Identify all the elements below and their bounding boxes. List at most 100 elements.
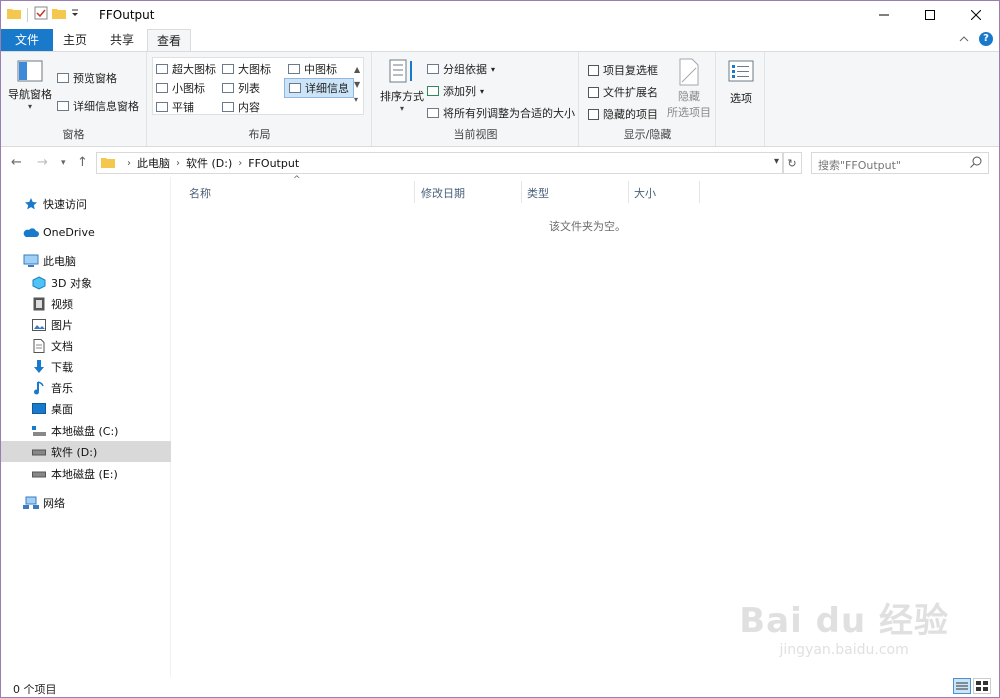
refresh-button[interactable]: ↻: [782, 152, 802, 174]
column-divider[interactable]: [628, 181, 629, 203]
tab-home[interactable]: 主页: [55, 29, 95, 51]
details-view-icon: [956, 682, 968, 690]
layout-item-label: 内容: [238, 101, 260, 114]
address-dropdown-icon[interactable]: ▾: [774, 156, 779, 167]
add-columns-icon: [427, 86, 439, 96]
address-bar[interactable]: › 此电脑 › 软件 (D:) › FFOutput ▾: [96, 152, 784, 174]
column-header-type[interactable]: 类型: [527, 183, 549, 203]
tab-file[interactable]: 文件: [1, 29, 53, 51]
nav-label: 音乐: [51, 381, 73, 395]
layout-small-icons[interactable]: 小图标: [156, 80, 205, 96]
watermark-url: jingyan.baidu.com: [779, 642, 909, 658]
ribbon-right-controls: ?: [959, 32, 993, 46]
details-view-button[interactable]: [953, 678, 971, 694]
item-checkboxes-toggle[interactable]: 项目复选框: [588, 62, 658, 78]
new-folder-icon[interactable]: [52, 7, 66, 22]
column-header-name[interactable]: 名称: [189, 183, 211, 203]
hidden-items-label: 隐藏的项目: [603, 108, 658, 121]
recent-locations-icon[interactable]: ▾: [61, 158, 66, 168]
nav-drive-c[interactable]: 本地磁盘 (C:): [1, 420, 171, 441]
sort-by-button[interactable]: 排序方式 ▾: [377, 58, 427, 113]
column-header-size[interactable]: 大小: [634, 183, 656, 203]
nav-pane-button[interactable]: 导航窗格 ▾: [7, 60, 53, 111]
breadcrumb-chevron-icon[interactable]: ›: [127, 158, 131, 169]
large-icons-view-icon: [976, 681, 988, 691]
nav-pictures[interactable]: 图片: [1, 314, 171, 335]
ribbon-group-show-hide: 项目复选框 文件扩展名 隐藏的项目 隐藏 所选项目 显示/隐藏: [580, 52, 716, 146]
search-icon[interactable]: [970, 156, 982, 171]
breadcrumb-ffoutput[interactable]: FFOutput: [248, 157, 299, 170]
layout-extra-large-icons[interactable]: 超大图标: [156, 61, 216, 77]
breadcrumb-chevron-icon[interactable]: ›: [176, 158, 180, 169]
search-placeholder: 搜索"FFOutput": [818, 159, 901, 172]
up-arrow-icon[interactable]: ↑: [77, 155, 88, 170]
nav-music[interactable]: 音乐: [1, 377, 171, 398]
minimize-button[interactable]: [861, 1, 907, 29]
nav-desktop[interactable]: 桌面: [1, 398, 171, 419]
close-button[interactable]: [953, 1, 999, 29]
nav-documents[interactable]: 文档: [1, 335, 171, 356]
extra-large-icons-icon: [156, 64, 168, 74]
collapse-ribbon-icon[interactable]: [959, 33, 969, 46]
options-label: 选项: [730, 92, 752, 105]
hide-selected-button[interactable]: 隐藏 所选项目: [664, 58, 714, 120]
nav-3d-objects[interactable]: 3D 对象: [1, 272, 171, 293]
nav-network[interactable]: 网络: [1, 492, 171, 513]
breadcrumb-chevron-icon[interactable]: ›: [238, 158, 242, 169]
tab-view[interactable]: 查看: [147, 29, 191, 52]
nav-drive-e[interactable]: 本地磁盘 (E:): [1, 463, 171, 484]
medium-icons-icon: [288, 64, 300, 74]
nav-onedrive[interactable]: OneDrive: [1, 222, 171, 243]
sort-by-label: 排序方式: [380, 90, 424, 103]
layout-medium-icons[interactable]: 中图标: [288, 61, 337, 77]
tab-share[interactable]: 共享: [101, 29, 143, 51]
picture-icon: [31, 318, 47, 332]
star-icon: [23, 197, 39, 211]
folder-icon: [7, 7, 21, 22]
help-icon[interactable]: ?: [979, 32, 993, 46]
customize-toolbar-icon[interactable]: [70, 7, 80, 22]
large-icons-icon: [222, 64, 234, 74]
breadcrumb-drive-d[interactable]: 软件 (D:): [186, 155, 232, 171]
add-columns-button[interactable]: 添加列 ▾: [427, 83, 484, 99]
layout-item-label: 大图标: [238, 63, 271, 76]
layout-large-icons[interactable]: 大图标: [222, 61, 271, 77]
back-arrow-icon[interactable]: ←: [11, 155, 22, 170]
column-divider[interactable]: [521, 181, 522, 203]
nav-label: 3D 对象: [51, 276, 92, 290]
nav-this-pc[interactable]: 此电脑: [1, 250, 171, 271]
forward-arrow-icon[interactable]: →: [37, 155, 48, 170]
maximize-button[interactable]: [907, 1, 953, 29]
details-pane-button[interactable]: 详细信息窗格: [57, 98, 139, 114]
layout-list[interactable]: 列表: [222, 80, 260, 96]
nav-videos[interactable]: 视频: [1, 293, 171, 314]
hidden-items-toggle[interactable]: 隐藏的项目: [588, 106, 658, 122]
nav-label: 视频: [51, 297, 73, 311]
nav-drive-d[interactable]: 软件 (D:): [1, 441, 171, 462]
preview-pane-button[interactable]: 预览窗格: [57, 70, 117, 86]
gallery-scroll[interactable]: ▲ ▼ ▾: [354, 62, 360, 107]
large-icons-view-button[interactable]: [973, 678, 991, 694]
column-divider[interactable]: [414, 181, 415, 203]
size-columns-label: 将所有列调整为合适的大小: [443, 107, 575, 120]
preview-pane-icon: [57, 73, 69, 83]
options-button[interactable]: 选项: [721, 60, 761, 106]
search-input[interactable]: 搜索"FFOutput": [811, 152, 989, 174]
add-columns-label: 添加列: [443, 85, 476, 98]
layout-content[interactable]: 内容: [222, 99, 260, 115]
explorer-window: FFOutput 文件 主页 共享 查看 ? 导航窗格 ▾ 预览窗格 详细信息窗…: [0, 0, 1000, 698]
nav-label: 下载: [51, 360, 73, 374]
nav-quick-access[interactable]: 快速访问: [1, 193, 171, 214]
file-extensions-toggle[interactable]: 文件扩展名: [588, 84, 658, 100]
size-columns-button[interactable]: 将所有列调整为合适的大小: [427, 105, 575, 121]
layout-details[interactable]: 详细信息: [284, 78, 354, 98]
nav-pane-label: 导航窗格: [8, 88, 52, 101]
breadcrumb-this-pc[interactable]: 此电脑: [137, 155, 170, 171]
layout-tiles[interactable]: 平铺: [156, 99, 194, 115]
properties-icon[interactable]: [34, 6, 48, 23]
nav-downloads[interactable]: 下载: [1, 356, 171, 377]
column-divider[interactable]: [699, 181, 700, 203]
drive-icon: [31, 445, 47, 459]
group-by-button[interactable]: 分组依据 ▾: [427, 61, 495, 77]
column-header-date[interactable]: 修改日期: [421, 183, 465, 203]
